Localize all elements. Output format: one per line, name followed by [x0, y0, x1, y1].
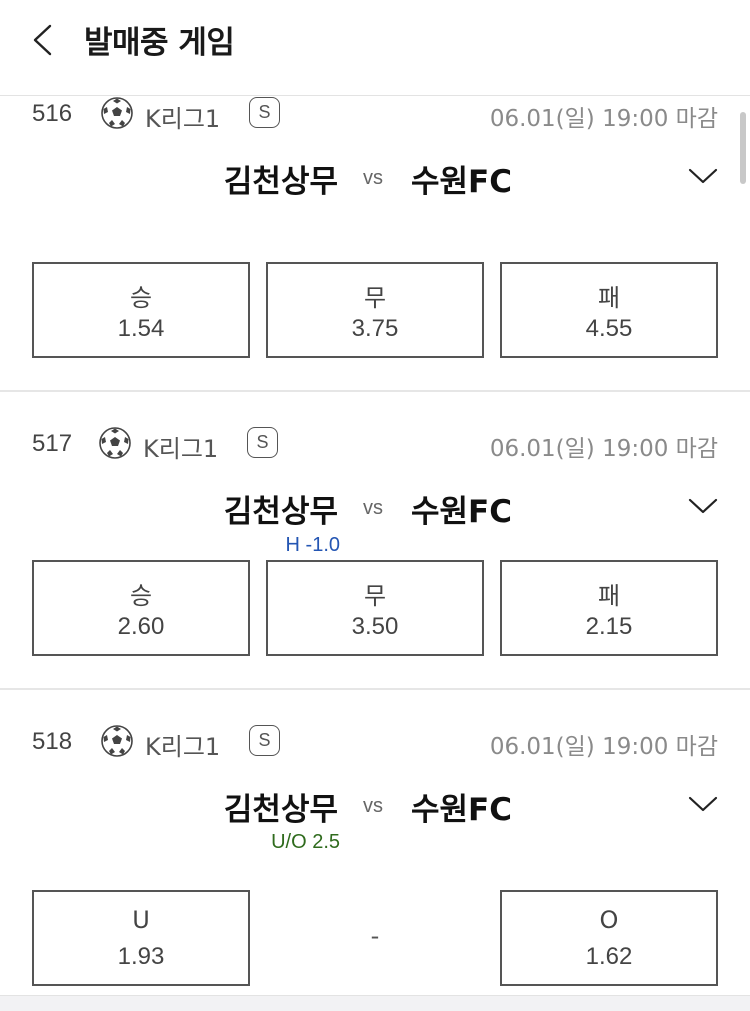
home-team: 김천상무	[223, 494, 338, 530]
odd-button-over[interactable]: O 1.62	[500, 890, 718, 986]
league-name: K리그1	[143, 435, 219, 463]
over-under-label: U/O 2.5	[271, 831, 340, 853]
deadline: 06.01(일) 19:00 마감	[489, 106, 718, 132]
divider	[0, 688, 750, 690]
game-card-516: 516 K리그1 S 06.01(일) 19:00 마감 김천상무 vs 수원F…	[0, 96, 750, 390]
scrollbar[interactable]	[740, 112, 746, 184]
odd-button-under[interactable]: U 1.93	[32, 890, 250, 986]
game-meta: 517 K리그1 S 06.01(일) 19:00 마감	[0, 426, 750, 466]
odd-label: 무	[363, 284, 387, 312]
game-card-517: 517 K리그1 S 06.01(일) 19:00 마감 김천상무 vs 수원F…	[0, 426, 750, 688]
odd-label: 무	[363, 582, 387, 610]
deadline: 06.01(일) 19:00 마감	[489, 734, 718, 760]
soccer-ball-icon	[101, 725, 133, 757]
game-meta: 516 K리그1 S 06.01(일) 19:00 마감	[0, 96, 750, 136]
odd-value: 1.62	[585, 943, 633, 970]
odd-button-draw[interactable]: 무 3.50	[266, 560, 484, 656]
divider	[0, 390, 750, 392]
odd-value: 2.15	[585, 613, 633, 640]
vs-label: vs	[363, 167, 383, 189]
game-card-518: 518 K리그1 S 06.01(일) 19:00 마감 김천상무 vs 수원F…	[0, 724, 750, 990]
odd-value: 1.93	[117, 943, 165, 970]
odd-value: 4.55	[585, 315, 633, 342]
odds-row: 승 2.60 무 3.50 패 2.15	[32, 560, 718, 656]
handicap-label: H -1.0	[285, 534, 340, 556]
odd-label: 패	[597, 582, 621, 610]
back-icon[interactable]	[26, 20, 66, 60]
vs-label: vs	[363, 497, 383, 519]
odds-row: 승 1.54 무 3.75 패 4.55	[32, 262, 718, 358]
odd-label: 승	[129, 284, 153, 312]
soccer-ball-icon	[101, 97, 133, 129]
odd-value: 2.60	[117, 613, 165, 640]
away-team: 수원FC	[411, 164, 512, 200]
soccer-ball-icon	[99, 427, 131, 459]
away-team: 수원FC	[411, 792, 512, 828]
vs-label: vs	[363, 795, 383, 817]
chevron-down-icon[interactable]	[688, 166, 718, 186]
app-header: 발매중 게임	[0, 0, 750, 96]
page-title: 발매중 게임	[84, 25, 235, 61]
odd-unavailable: -	[370, 922, 380, 950]
home-team: 김천상무	[223, 164, 338, 200]
odd-value: 3.50	[351, 613, 399, 640]
odd-label: U	[132, 906, 150, 934]
bottom-bar	[0, 995, 750, 1011]
odds-row: U 1.93 - O 1.62	[32, 890, 718, 986]
game-number: 518	[32, 728, 73, 755]
odd-value: 3.75	[351, 315, 399, 342]
odd-label: 승	[129, 582, 153, 610]
s-badge: S	[247, 427, 278, 458]
game-meta: 518 K리그1 S 06.01(일) 19:00 마감	[0, 724, 750, 764]
chevron-down-icon[interactable]	[688, 794, 718, 814]
league-name: K리그1	[145, 105, 221, 133]
odd-value: 1.54	[117, 315, 165, 342]
odd-button-draw[interactable]: 무 3.75	[266, 262, 484, 358]
league-name: K리그1	[145, 733, 221, 761]
matchup: 김천상무 vs 수원FC	[0, 154, 750, 200]
odd-label: 패	[597, 284, 621, 312]
s-badge: S	[249, 97, 280, 128]
chevron-down-icon[interactable]	[688, 496, 718, 516]
odd-button-win[interactable]: 승 2.60	[32, 560, 250, 656]
s-badge: S	[249, 725, 280, 756]
away-team: 수원FC	[411, 494, 512, 530]
odd-button-win[interactable]: 승 1.54	[32, 262, 250, 358]
deadline: 06.01(일) 19:00 마감	[489, 436, 718, 462]
matchup: 김천상무 vs 수원FC	[0, 782, 750, 828]
game-number: 516	[32, 100, 73, 127]
odd-button-lose[interactable]: 패 4.55	[500, 262, 718, 358]
home-team: 김천상무	[223, 792, 338, 828]
odd-label: O	[599, 906, 619, 934]
matchup: 김천상무 vs 수원FC	[0, 484, 750, 530]
odd-button-lose[interactable]: 패 2.15	[500, 560, 718, 656]
game-number: 517	[32, 430, 73, 457]
